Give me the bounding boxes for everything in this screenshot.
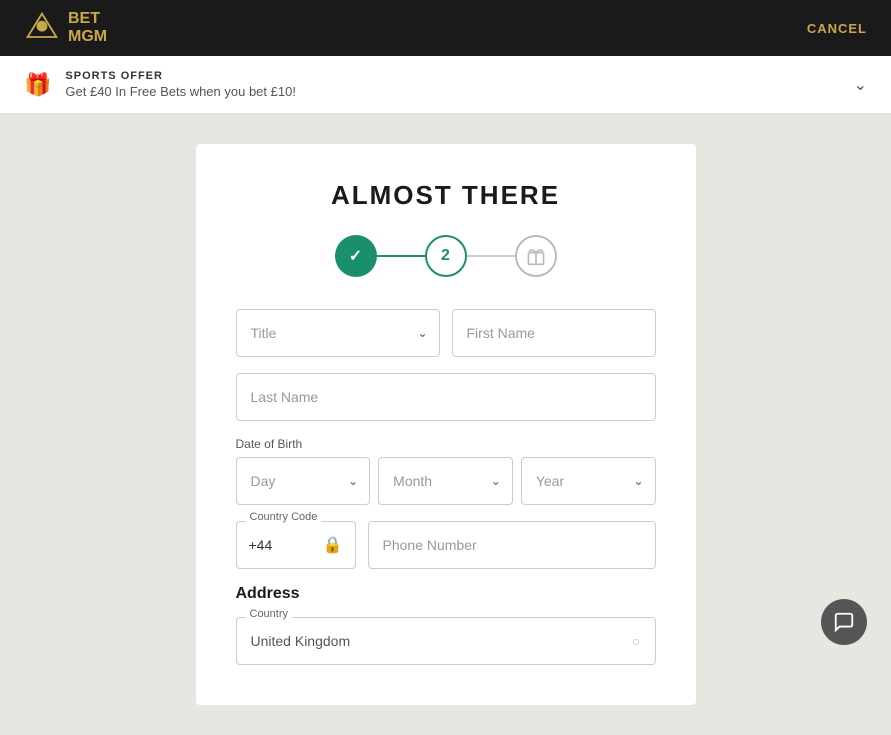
offer-description: Get £40 In Free Bets when you bet £10! (65, 84, 296, 99)
gift-icon: 🎁 (24, 72, 51, 98)
title-field: Title Mr Mrs Miss Ms Dr ⌄ (236, 309, 440, 357)
lock-icon: 🔒 (323, 535, 343, 555)
form-title: ALMOST THERE (236, 180, 656, 211)
day-field: Day 123 ⌄ (236, 457, 371, 505)
step-indicator: ✓ 2 (236, 235, 656, 277)
offer-banner: 🎁 SPORTS OFFER Get £40 In Free Bets when… (0, 56, 891, 114)
country-code-field: Country Code +44 🔒 (236, 521, 356, 569)
logo-icon (24, 10, 60, 46)
firstname-field (452, 309, 656, 357)
main-content: ALMOST THERE ✓ 2 Title M (0, 114, 891, 735)
phone-input[interactable] (368, 521, 656, 569)
offer-title: SPORTS OFFER (65, 70, 296, 82)
logo: BET MGM (24, 10, 107, 46)
phone-field (368, 521, 656, 569)
gift-step-icon (526, 246, 546, 266)
lastname-input[interactable] (236, 373, 656, 421)
address-section: Address Country United Kingdom ○ (236, 585, 656, 665)
logo-text: BET MGM (68, 10, 107, 45)
title-firstname-row: Title Mr Mrs Miss Ms Dr ⌄ (236, 309, 656, 357)
phone-row: Country Code +44 🔒 (236, 521, 656, 569)
cancel-button[interactable]: CANCEL (807, 21, 867, 36)
firstname-input[interactable] (452, 309, 656, 357)
dob-fields: Day 123 ⌄ Month JanuaryFebruary ⌄ Year 2 (236, 457, 656, 505)
step-2: 2 (425, 235, 467, 277)
country-select[interactable]: United Kingdom ○ (236, 617, 656, 665)
year-field: Year 20001999 ⌄ (521, 457, 656, 505)
lastname-row (236, 373, 656, 421)
month-select[interactable]: Month JanuaryFebruary (378, 457, 513, 505)
chat-button[interactable] (821, 599, 867, 645)
country-code-label: Country Code (246, 511, 322, 523)
step-3 (515, 235, 557, 277)
step-line-2 (467, 255, 515, 257)
lastname-field (236, 373, 656, 421)
country-field-icon: ○ (632, 633, 640, 649)
country-value: United Kingdom (251, 633, 351, 649)
country-field-wrapper: Country United Kingdom ○ (236, 617, 656, 665)
country-code-value: +44 (249, 537, 273, 553)
year-select[interactable]: Year 20001999 (521, 457, 656, 505)
form-card: ALMOST THERE ✓ 2 Title M (196, 144, 696, 705)
title-select[interactable]: Title Mr Mrs Miss Ms Dr (236, 309, 440, 357)
dob-group: Date of Birth Day 123 ⌄ Month JanuaryFeb… (236, 437, 656, 505)
dob-label: Date of Birth (236, 437, 656, 451)
month-field: Month JanuaryFebruary ⌄ (378, 457, 513, 505)
step-1: ✓ (335, 235, 377, 277)
chat-icon (833, 611, 855, 633)
country-label: Country (246, 608, 293, 620)
country-code-inner: +44 🔒 (236, 521, 356, 569)
offer-left: 🎁 SPORTS OFFER Get £40 In Free Bets when… (24, 70, 296, 99)
offer-chevron-down-icon[interactable]: ⌄ (854, 75, 867, 95)
step-line-1 (377, 255, 425, 257)
header: BET MGM CANCEL (0, 0, 891, 56)
address-label: Address (236, 585, 656, 603)
day-select[interactable]: Day 123 (236, 457, 371, 505)
